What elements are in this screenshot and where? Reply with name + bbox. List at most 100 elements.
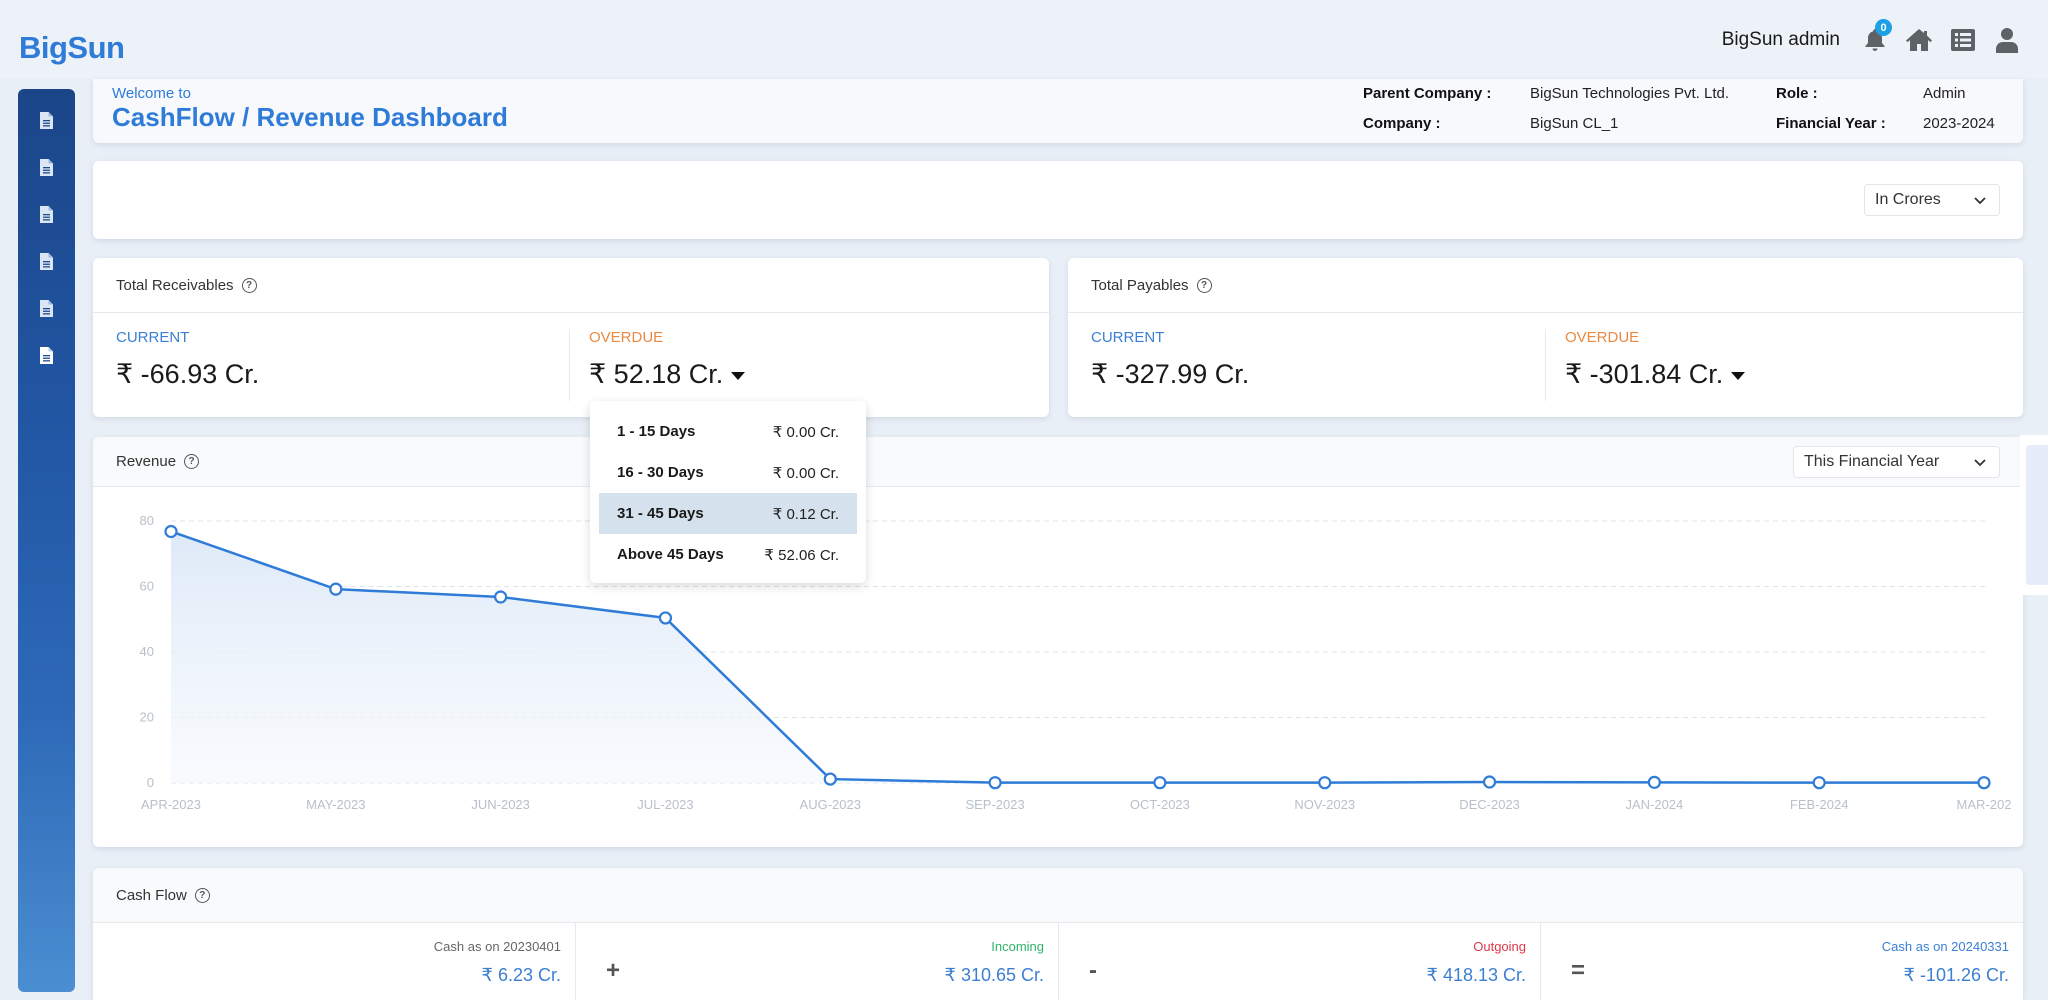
y-tick-label: 80 [140,513,154,528]
caret-down-icon[interactable] [731,371,746,380]
data-point[interactable] [494,590,508,604]
equals-operator: = [1571,957,1586,984]
receivables-overdue: ₹ 52.18 Cr. [589,359,746,390]
document-icon [40,347,53,364]
overdue-option-highlighted[interactable]: 31 - 45 Days ₹ 0.12 Cr. [599,493,857,534]
data-point[interactable] [1318,776,1332,790]
logo[interactable]: BigSun [19,30,125,66]
data-point[interactable] [658,611,673,625]
receivables-overdue-label: OVERDUE [589,329,664,346]
user-name[interactable]: BigSun admin [1722,29,1840,51]
document-icon [40,206,53,223]
option-value: ₹ 0.12 Cr. [772,505,839,523]
data-point[interactable] [1482,775,1497,789]
y-axis: 0 20 40 60 80 [140,513,154,790]
notifications-button[interactable]: 0 [1860,19,1892,55]
cash-incoming: + Incoming ₹ 310.65 Cr. [576,923,1059,1000]
cash-label: Cash as on 20240331 [1881,939,2009,954]
sidebar-item-3[interactable] [35,203,59,226]
y-tick-label: 40 [140,644,154,659]
option-label: Above 45 Days [617,546,724,563]
cash-opening: Cash as on 20230401 ₹ 6.23 Cr. [93,923,576,1000]
header-actions: BigSun admin 0 [1722,19,2022,58]
data-point[interactable] [1647,775,1661,789]
data-point[interactable] [1153,776,1167,790]
divider [569,329,570,401]
data-point[interactable] [823,772,837,786]
x-tick-label: JAN-2024 [1625,797,1683,812]
cash-value: ₹ 418.13 Cr. [1426,965,1526,985]
help-icon[interactable]: ? [241,277,257,293]
x-tick-label: JUL-2023 [637,797,693,812]
payables-title: Total Payables [1091,276,1189,294]
help-icon[interactable]: ? [194,887,210,903]
role-value: Admin [1923,85,1966,102]
option-value: ₹ 0.00 Cr. [772,464,839,482]
payables-current-value: ₹ -327.99 Cr. [1091,359,1250,389]
receivables-title: Total Receivables [116,276,234,294]
unit-select[interactable]: In Crores [1864,184,2000,216]
x-tick-label: MAY-2023 [306,797,365,812]
y-tick-label: 60 [140,579,154,594]
y-tick-label: 0 [147,775,154,790]
page-title: CashFlow / Revenue Dashboard [112,102,508,132]
revenue-card: Revenue ? This Financial Year 0 20 40 60 80 … [93,437,2023,847]
x-axis: APR-2023 MAY-2023 JUN-2023 JUL-2023 AUG-2023… [141,797,2011,812]
payables-overdue-value: ₹ -301.84 Cr. [1565,359,1724,389]
y-tick-label: 20 [140,710,154,725]
data-point[interactable] [1812,776,1826,790]
list-button[interactable] [1948,25,1978,55]
cashflow-title: Cash Flow [116,886,187,904]
user-icon [1996,28,2018,53]
payables-overdue-label: OVERDUE [1565,329,1640,346]
cash-closing: = Cash as on 20240331 ₹ -101.26 Cr. [1541,923,2023,1000]
cash-label: Cash as on 20230401 [433,939,561,954]
document-icon [40,159,53,176]
sidebar-item-6[interactable] [35,344,59,367]
caret-down-icon[interactable] [1731,371,1746,380]
welcome-header: Welcome to CashFlow / Revenue Dashboard … [93,79,2023,143]
cash-outgoing: - Outgoing ₹ 418.13 Cr. [1059,923,1541,1000]
list-icon [1951,29,1975,51]
data-point[interactable] [988,776,1002,790]
receivables-current-label: CURRENT [116,329,190,346]
x-tick-label: DEC-2023 [1459,797,1520,812]
overdue-option[interactable]: 1 - 15 Days ₹ 0.00 Cr. [599,411,857,452]
sidebar-item-5[interactable] [35,297,59,320]
sidebar-item-4[interactable] [35,250,59,273]
profile-button[interactable] [1992,25,2022,55]
overdue-option[interactable]: 16 - 30 Days ₹ 0.00 Cr. [599,452,857,493]
x-tick-label: MAR-202 [1957,797,2012,812]
option-label: 31 - 45 Days [617,505,704,522]
x-tick-label: NOV-2023 [1294,797,1355,812]
cash-label: Outgoing [1473,939,1526,954]
top-bar: BigSun BigSun admin 0 [0,0,2048,78]
receivables-overdue-value: ₹ 52.18 Cr. [589,359,724,389]
home-icon [1906,29,1932,51]
side-drawer-handle[interactable] [2020,435,2048,595]
x-tick-label: SEP-2023 [965,797,1024,812]
revenue-chart: 0 20 40 60 80 APR-2023 MAY-2023 JUN-2023 JUL-20… [140,513,2012,812]
option-label: 16 - 30 Days [617,464,704,481]
cash-value: ₹ -101.26 Cr. [1903,965,2009,985]
divider [1545,329,1546,401]
data-point[interactable] [164,524,178,539]
cash-label: Incoming [991,939,1044,954]
cash-value: ₹ 6.23 Cr. [481,965,562,985]
sidebar-item-1[interactable] [35,109,59,132]
help-icon[interactable]: ? [1196,277,1212,293]
unit-select-value: In Crores [1875,191,1941,208]
data-point[interactable] [1977,776,1991,790]
sidebar-item-2[interactable] [35,156,59,179]
overdue-option[interactable]: Above 45 Days ₹ 52.06 Cr. [599,534,857,575]
receivables-card: Total Receivables ? CURRENT ₹ -66.93 Cr.… [93,258,1049,417]
notification-badge: 0 [1875,19,1892,36]
company-value: BigSun CL_1 [1530,115,1619,132]
home-button[interactable] [1904,25,1934,55]
data-point[interactable] [329,582,343,596]
chevron-down-icon [1974,197,1986,205]
document-icon [40,253,53,270]
x-tick-label: APR-2023 [141,797,201,812]
x-tick-label: JUN-2023 [471,797,530,812]
receivables-current-value: ₹ -66.93 Cr. [116,359,260,389]
